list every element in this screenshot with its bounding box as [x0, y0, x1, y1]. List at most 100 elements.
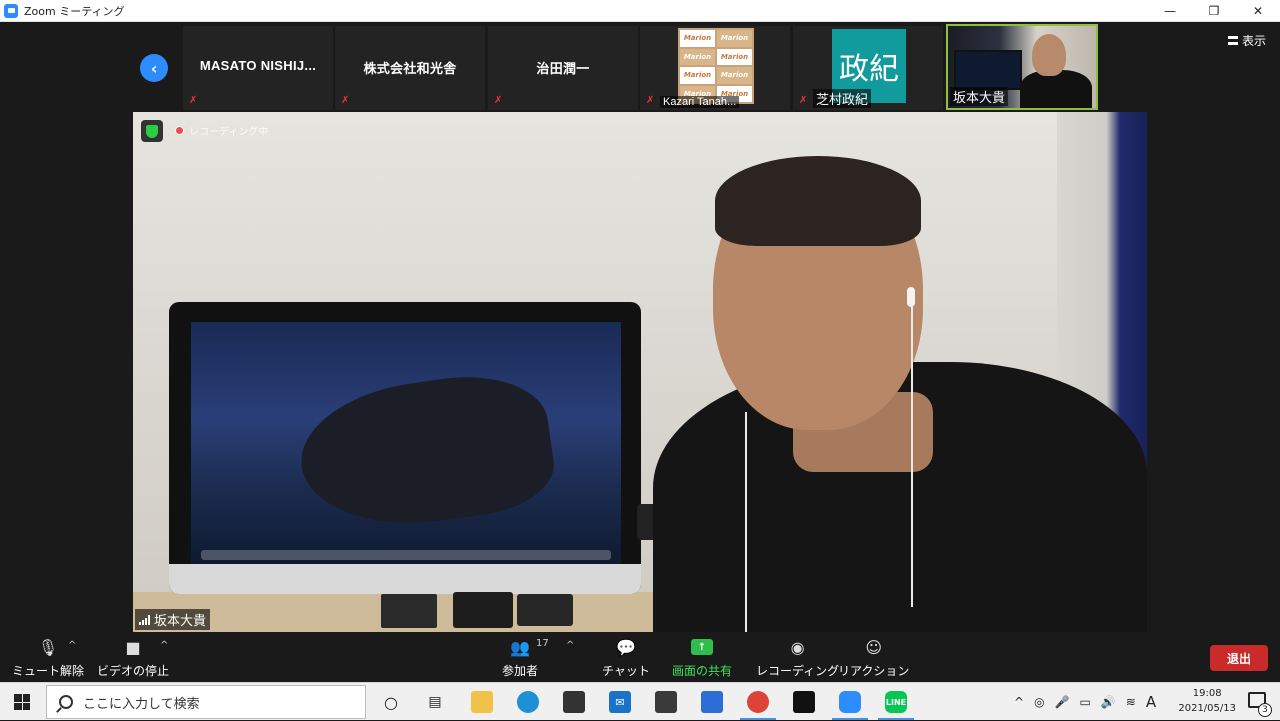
speaker-name: 坂本大貴 [154, 614, 207, 629]
edge-icon[interactable] [517, 691, 539, 713]
app-icon[interactable] [655, 691, 677, 713]
participant-thumb[interactable]: 株式会社和光舎 ✗ [335, 26, 485, 110]
task-view-icon[interactable]: ▤ [424, 691, 446, 713]
search-icon [59, 695, 73, 709]
audio-options-caret[interactable]: ^ [68, 640, 76, 651]
stop-video-button[interactable]: ■ ビデオの停止 [97, 636, 169, 679]
participants-icon: 👥 [510, 637, 530, 657]
thumb-person-head [1032, 34, 1066, 76]
participant-name: 株式会社和光舎 [363, 61, 457, 76]
file-explorer-icon[interactable] [471, 691, 493, 713]
unmute-label: ミュート解除 [12, 664, 85, 678]
participant-name: 芝村政紀 [813, 89, 872, 108]
taskbar-search[interactable]: ここに入力して検索 [46, 685, 366, 719]
restore-button[interactable]: ❐ [1192, 0, 1236, 22]
radio-object [381, 594, 437, 628]
line-icon[interactable]: LINE [885, 691, 907, 713]
earbud [907, 287, 915, 307]
participants-button[interactable]: 👥 参加者 [502, 636, 538, 679]
stop-video-label: ビデオの停止 [97, 664, 170, 678]
record-button[interactable]: ◉ レコーディング [756, 636, 839, 679]
earbud-cable-2 [745, 412, 747, 632]
speaker-hair [715, 156, 921, 246]
reactions-button[interactable]: ☺ リアクション [838, 636, 909, 679]
participant-name: Kazari Tanah... [660, 96, 740, 108]
tray-app-icon[interactable]: ◎ [1034, 695, 1044, 709]
participant-count: 17 [536, 638, 549, 649]
ime-indicator[interactable]: A [1146, 693, 1156, 711]
earbud-cable [911, 307, 913, 607]
tray-expand-icon[interactable]: ^ [1014, 695, 1024, 709]
record-dot-icon [175, 126, 184, 135]
participant-label-wrap: Kazari Tanah... [640, 26, 790, 110]
shield-icon [146, 124, 158, 138]
minimize-icon: — [1164, 4, 1176, 18]
active-speaker-thumb[interactable]: 坂本大貴 [946, 24, 1098, 110]
participant-name: MASATO NISHIJ... [199, 58, 317, 73]
teamviewer-icon[interactable] [701, 691, 723, 713]
main-video: レコーディング中 坂本大貴 [133, 112, 1147, 632]
muted-mic-icon: 🎙 [37, 637, 59, 657]
record-icon: ◉ [790, 637, 805, 657]
taskbar-clock[interactable]: 19:08 2021/05/13 [1178, 686, 1236, 716]
mail-icon[interactable]: ✉ [609, 691, 631, 713]
system-tray: ^ ◎ 🎤 ▭ 🔊 ≋ A [1014, 683, 1156, 721]
search-placeholder: ここに入力して検索 [83, 696, 200, 712]
security-button[interactable] [141, 120, 163, 142]
wifi-icon[interactable]: ≋ [1126, 695, 1136, 709]
participant-strip: ‹ MASATO NISHIJ... ✗ 株式会社和光舎 ✗ 治田潤一 ✗ ✗ … [0, 22, 1280, 112]
clock-date: 2021/05/13 [1178, 703, 1236, 714]
imac-monitor [169, 302, 641, 594]
speaker-name-tag: 坂本大貴 [135, 609, 211, 630]
meeting-toolbar: 🎙 ミュート解除 ^ ■ ビデオの停止 ^ 👥 参加者 17 ^ 💬 チャット … [0, 632, 1280, 682]
camera-object-3 [517, 594, 573, 626]
participant-thumb[interactable]: MASATO NISHIJ... ✗ [183, 26, 333, 110]
volume-icon[interactable]: 🔊 [1101, 695, 1116, 709]
cortana-icon[interactable]: ○ [380, 691, 402, 713]
view-button[interactable]: 表示 [1227, 32, 1266, 49]
app-icon-2[interactable] [793, 691, 815, 713]
camera-object-2 [453, 592, 513, 628]
start-button[interactable] [0, 683, 44, 721]
muted-mic-icon: ✗ [341, 95, 350, 106]
wallpaper-island [292, 365, 560, 539]
chevron-left-icon: ‹ [150, 58, 158, 78]
windows-logo-icon [14, 694, 30, 710]
zoom-icon[interactable] [839, 691, 861, 713]
chat-icon: 💬 [615, 637, 636, 657]
record-label: レコーディング [756, 664, 840, 678]
previous-page-button[interactable]: ‹ [140, 54, 168, 82]
restore-icon: ❐ [1208, 4, 1220, 18]
notification-badge: 3 [1258, 703, 1272, 717]
meeting-area: ‹ MASATO NISHIJ... ✗ 株式会社和光舎 ✗ 治田潤一 ✗ ✗ … [0, 22, 1280, 632]
chat-button[interactable]: 💬 チャット [602, 636, 650, 679]
close-icon: ✕ [1252, 4, 1264, 18]
thumb-monitor [954, 50, 1022, 90]
microphone-icon[interactable]: 🎤 [1055, 695, 1070, 709]
window-title: Zoom ミーティング [24, 4, 125, 18]
store-icon[interactable] [563, 691, 585, 713]
monitor-screen [191, 322, 621, 564]
thumb-person-body [1020, 70, 1092, 108]
participants-options-caret[interactable]: ^ [566, 640, 574, 651]
leave-button[interactable]: 退出 [1210, 645, 1268, 671]
reactions-label: リアクション [838, 664, 910, 678]
minimize-button[interactable]: — [1148, 0, 1192, 22]
participant-thumb[interactable]: 治田潤一 ✗ [488, 26, 638, 110]
participant-name: 坂本大貴 [950, 87, 1009, 106]
share-screen-label: 画面の共有 [672, 664, 733, 678]
chat-label: チャット [602, 664, 650, 678]
title-bar: Zoom ミーティング — ❐ ✕ [0, 0, 1280, 22]
grid-view-icon [1227, 36, 1238, 45]
mac-dock [201, 550, 611, 560]
recording-label: レコーディング中 [189, 127, 269, 138]
share-screen-button[interactable]: ↑ 画面の共有 [672, 636, 732, 679]
chrome-icon[interactable] [747, 691, 769, 713]
windows-taskbar: ここに入力して検索 ○ ▤ ✉ LINE ^ ◎ 🎤 ▭ 🔊 ≋ A 19:08… [0, 682, 1280, 720]
signal-strength-icon [139, 614, 150, 625]
battery-icon[interactable]: ▭ [1080, 695, 1091, 709]
video-options-caret[interactable]: ^ [160, 640, 168, 651]
close-button[interactable]: ✕ [1236, 0, 1280, 22]
recording-indicator: レコーディング中 [175, 123, 268, 138]
participants-label: 参加者 [502, 664, 539, 678]
